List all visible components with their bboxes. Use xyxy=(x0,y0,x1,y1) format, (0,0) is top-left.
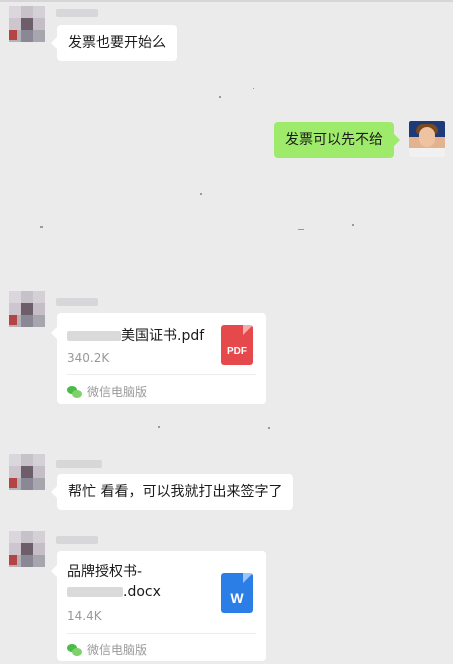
wechat-icon xyxy=(67,385,82,398)
avatar-shirt xyxy=(409,148,445,157)
file-source-label: 微信电脑版 xyxy=(87,385,148,399)
file-size: 14.4K xyxy=(67,609,102,623)
message-bubble[interactable]: 帮忙 看看，可以我就打出来签字了 xyxy=(50,474,294,510)
contact-avatar[interactable] xyxy=(9,531,45,567)
contact-avatar[interactable] xyxy=(9,291,45,327)
file-name-blurred xyxy=(67,587,123,597)
contact-avatar[interactable] xyxy=(9,454,45,490)
contact-nickname-blurred xyxy=(56,460,102,468)
blur-artifact xyxy=(219,96,221,98)
file-name-suffix: .docx xyxy=(123,584,161,600)
file-source: 微信电脑版 xyxy=(67,641,147,658)
avatar-face xyxy=(419,127,435,147)
blur-artifact xyxy=(158,426,160,428)
file-name-line2: .docx xyxy=(67,583,161,602)
file-message-card[interactable]: 品牌授权书- .docx 14.4K W 微信电脑版 xyxy=(51,551,266,661)
contact-nickname-blurred xyxy=(56,298,98,306)
file-message-card[interactable]: 美国证书.pdf 340.2K PDF 微信电脑版 xyxy=(51,313,266,404)
message-bubble-mine[interactable]: 发票可以先不给 xyxy=(274,122,400,158)
word-icon-label: W xyxy=(230,590,244,606)
message-text: 发票可以先不给 xyxy=(285,132,383,148)
file-source: 微信电脑版 xyxy=(67,383,147,400)
file-name-blurred xyxy=(67,331,121,341)
contact-nickname-blurred xyxy=(56,9,98,17)
pdf-file-icon: PDF xyxy=(221,325,253,365)
message-text: 发票也要开始么 xyxy=(68,35,166,51)
window-top-border xyxy=(0,0,453,2)
file-name: 美国证书.pdf xyxy=(67,327,204,346)
blur-artifact xyxy=(268,427,270,429)
blur-artifact xyxy=(352,224,354,226)
message-text: 帮忙 看看，可以我就打出来签字了 xyxy=(68,484,283,500)
blur-artifact xyxy=(40,226,43,228)
word-file-icon: W xyxy=(221,573,253,613)
file-size: 340.2K xyxy=(67,351,110,365)
card-divider xyxy=(67,633,256,634)
blur-artifact xyxy=(253,88,254,89)
blur-artifact xyxy=(200,193,202,195)
file-name-suffix: 美国证书.pdf xyxy=(121,328,205,344)
wechat-icon xyxy=(67,643,82,656)
message-bubble[interactable]: 发票也要开始么 xyxy=(51,25,177,61)
card-divider xyxy=(67,374,256,375)
blur-artifact xyxy=(298,229,304,230)
contact-avatar[interactable] xyxy=(9,6,45,42)
my-avatar[interactable] xyxy=(409,121,445,157)
file-name-line1: 品牌授权书- xyxy=(67,564,143,580)
pdf-icon-label: PDF xyxy=(227,346,247,357)
contact-nickname-blurred xyxy=(56,536,98,544)
file-source-label: 微信电脑版 xyxy=(87,643,148,657)
